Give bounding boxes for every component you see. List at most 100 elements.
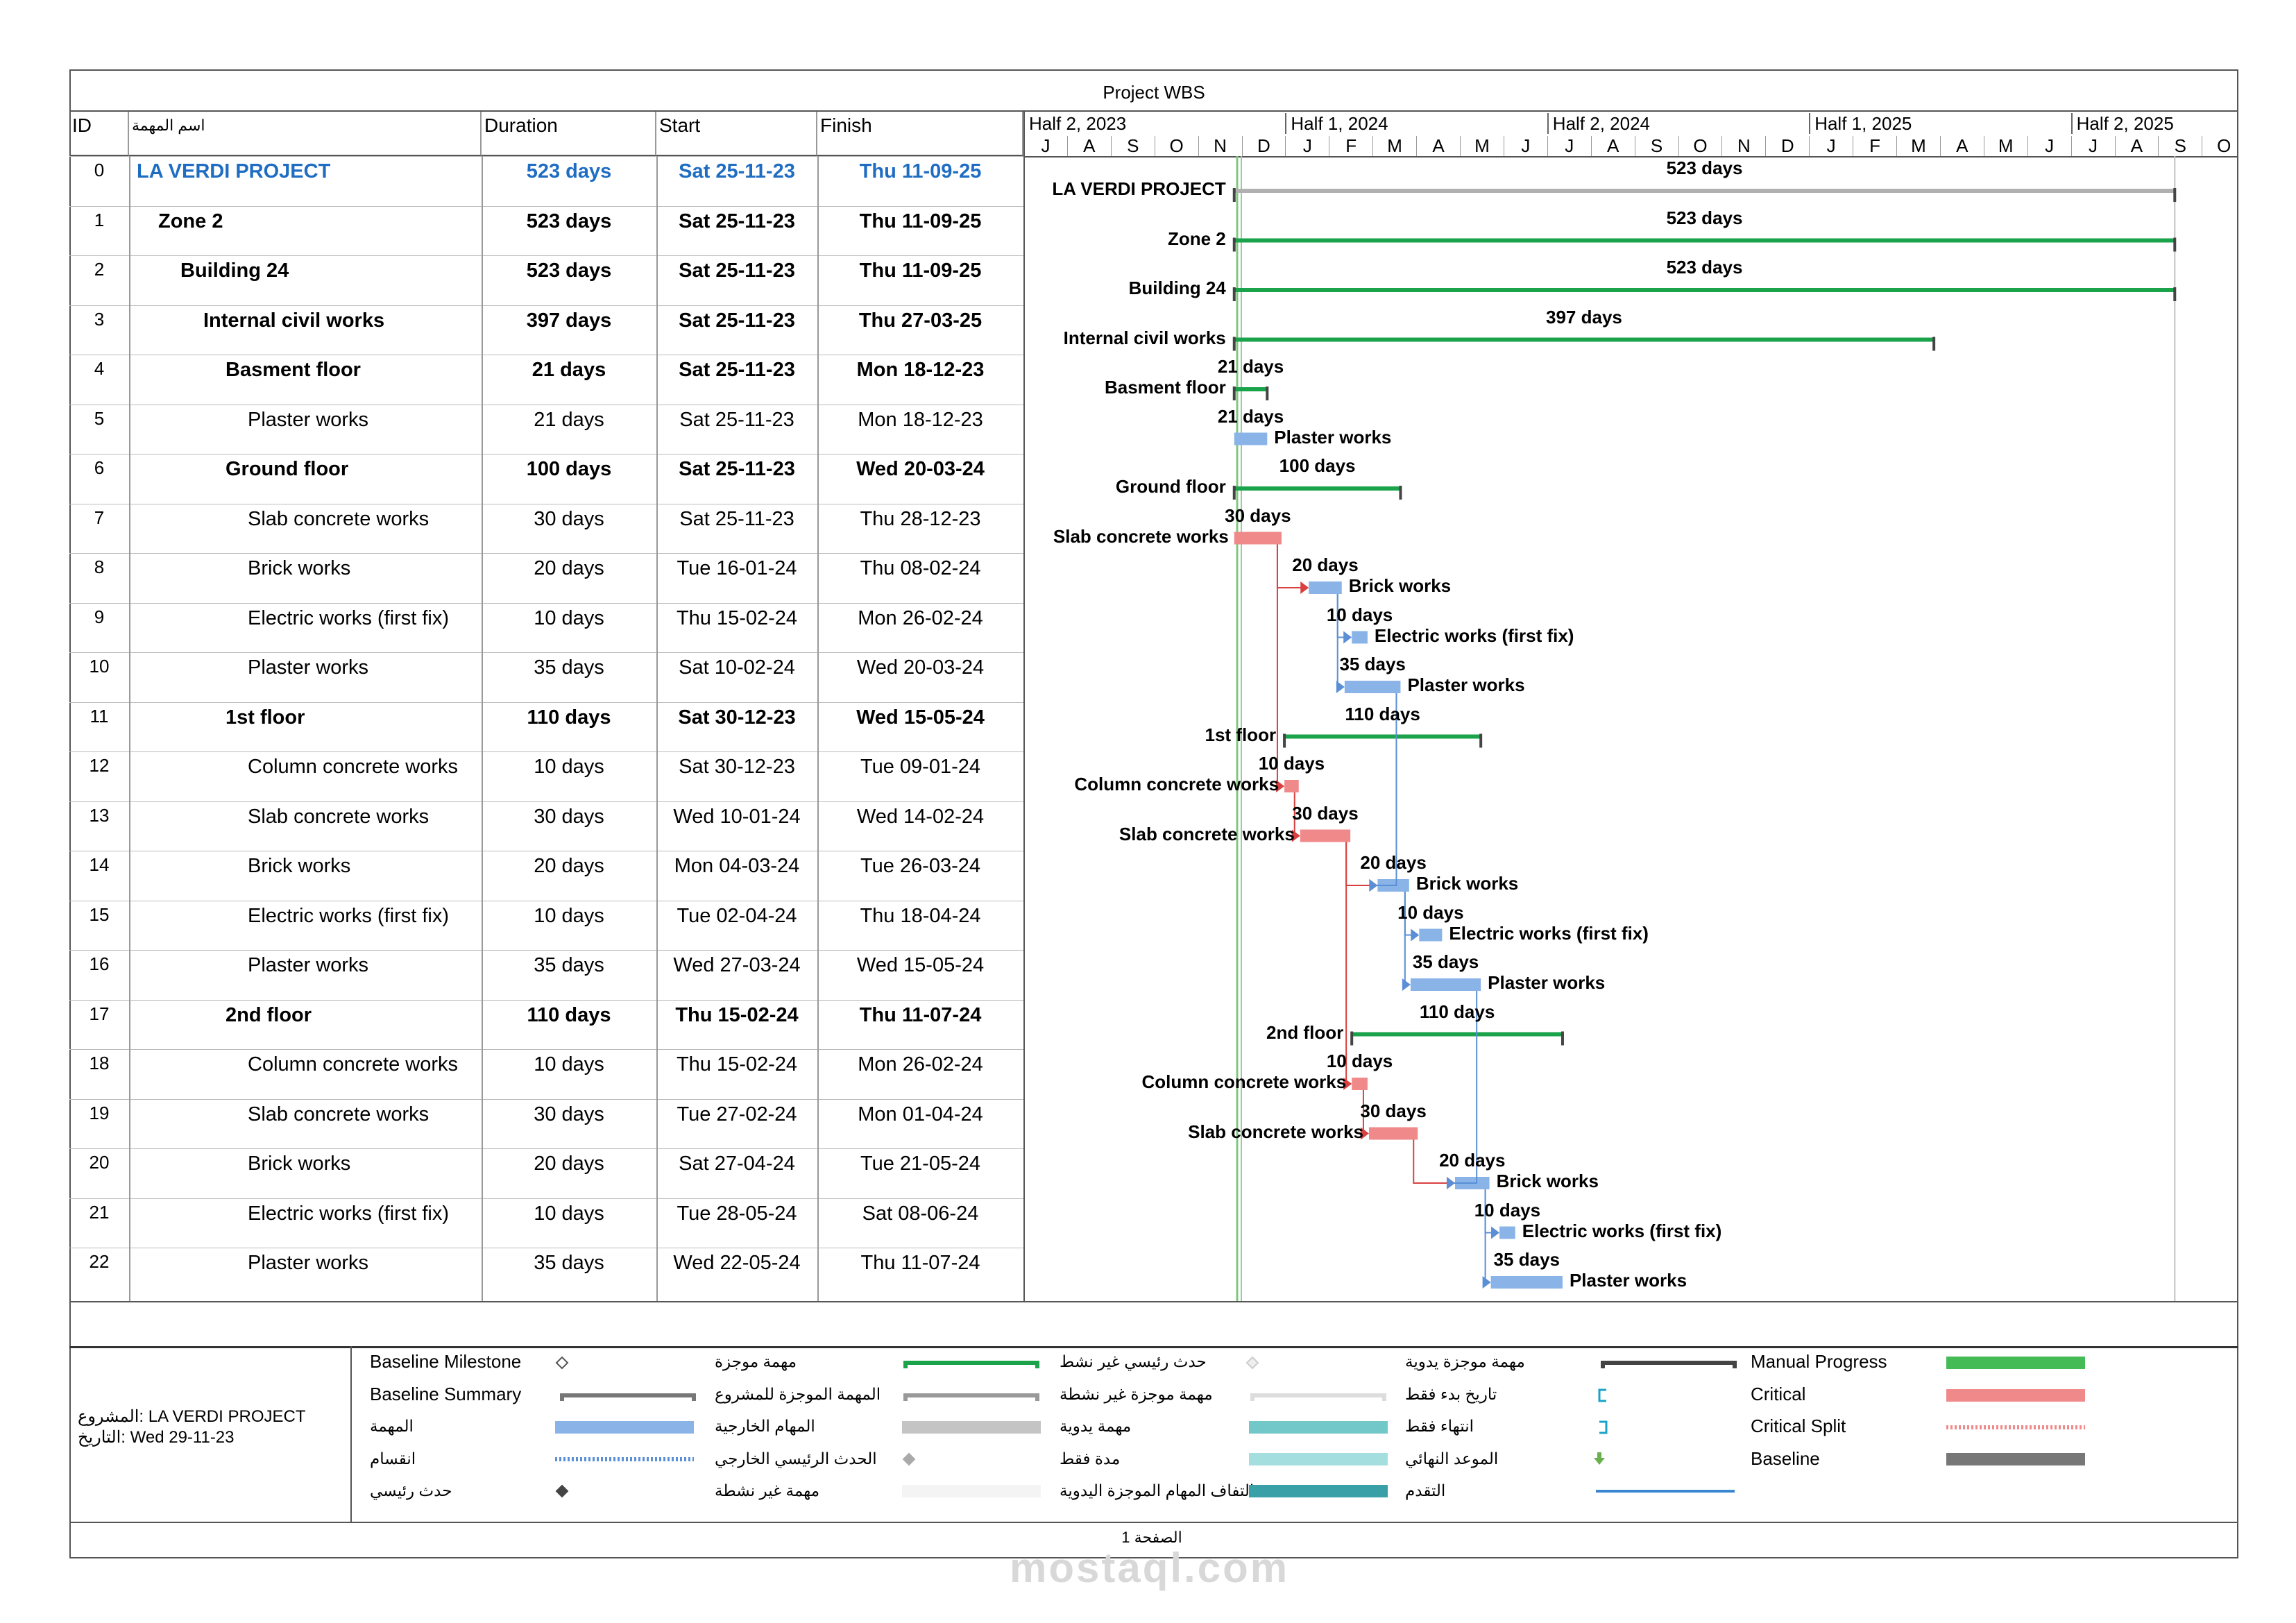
bar-duration-label: 110 days xyxy=(1419,1001,1495,1022)
dependency-arrow xyxy=(1491,1226,1500,1239)
bar-duration-label: 10 days xyxy=(1326,604,1393,625)
critical-task-bar xyxy=(1368,1127,1418,1140)
external-tasks-swatch xyxy=(902,1421,1041,1434)
bar-name-label: Electric works (first fix) xyxy=(1522,1220,1722,1241)
bar-name-label: Plaster works xyxy=(1488,972,1606,993)
bar-name-label: Column concrete works xyxy=(1074,774,1279,794)
bar-name-label: Basment floor xyxy=(1104,377,1226,398)
legend-bottom-border xyxy=(69,1522,2238,1523)
task-bar xyxy=(1499,1226,1515,1239)
manual-task-swatch xyxy=(1249,1421,1388,1434)
inactive-task-swatch xyxy=(902,1485,1041,1497)
bar-duration-label: 523 days xyxy=(1666,207,1743,228)
watermark: mostaql.com xyxy=(1010,1545,1290,1591)
bar-duration-label: 110 days xyxy=(1345,703,1420,724)
project-summary-swatch xyxy=(903,1393,1039,1401)
dependency-arrow xyxy=(1482,1276,1491,1289)
bar-duration-label: 30 days xyxy=(1225,504,1291,526)
legend-swatches xyxy=(555,1356,2085,1498)
dependency-arrow xyxy=(1411,928,1420,942)
bar-duration-label: 10 days xyxy=(1326,1051,1393,1071)
bar-duration-label: 10 days xyxy=(1474,1199,1541,1221)
start-only-swatch xyxy=(1598,1388,1606,1402)
bar-duration-label: 30 days xyxy=(1292,802,1359,824)
dependency-link xyxy=(1276,544,1284,787)
dependency-arrow xyxy=(1446,1177,1455,1189)
critical-task-bar xyxy=(1284,780,1299,792)
bar-name-label: 2nd floor xyxy=(1266,1021,1344,1043)
bar-name-label: Plaster works xyxy=(1407,674,1525,695)
baseline-summary-swatch xyxy=(560,1393,696,1401)
critical-task-bar xyxy=(1234,532,1282,545)
bar-duration-label: 523 days xyxy=(1666,158,1743,178)
inactive-summary-swatch xyxy=(1250,1393,1386,1401)
milestone-swatch xyxy=(555,1484,569,1498)
critical-task-bar xyxy=(1352,1078,1368,1090)
bar-duration-label: 21 days xyxy=(1217,405,1284,427)
bar-name-label: Column concrete works xyxy=(1141,1071,1347,1092)
bar-name-label: Plaster works xyxy=(1569,1270,1687,1291)
finish-only-swatch xyxy=(1599,1420,1608,1434)
bar-name-label: Brick works xyxy=(1348,575,1452,596)
bar-name-label: Brick works xyxy=(1496,1171,1599,1191)
baseline-milestone-swatch xyxy=(555,1356,569,1370)
bar-duration-label: 397 days xyxy=(1546,306,1622,328)
divider-table-gantt xyxy=(1023,112,1025,1301)
dependency-arrow xyxy=(1336,681,1345,693)
bar-duration-label: 35 days xyxy=(1412,951,1479,972)
bar-name-label: LA VERDI PROJECT xyxy=(1052,178,1226,199)
critical-task-bar xyxy=(1300,829,1351,842)
bar-name-label: Slab concrete works xyxy=(1119,823,1295,844)
dependency-arrow xyxy=(1369,879,1378,892)
external-milestone-swatch xyxy=(902,1452,916,1466)
manual-progress-swatch xyxy=(1946,1357,2085,1369)
bar-duration-label: 30 days xyxy=(1360,1100,1427,1121)
bar-duration-label: 100 days xyxy=(1279,455,1356,476)
bar-name-label: Ground floor xyxy=(1115,476,1226,497)
bar-name-label: Zone 2 xyxy=(1167,228,1226,249)
bar-duration-label: 21 days xyxy=(1217,356,1284,377)
dependency-link xyxy=(1345,842,1351,1085)
task-bar xyxy=(1419,928,1443,942)
bar-name-label: Internal civil works xyxy=(1063,327,1226,348)
inactive-milestone-swatch xyxy=(1245,1356,1259,1370)
bar-name-label: Plaster works xyxy=(1274,426,1392,448)
divider-id xyxy=(129,156,130,1301)
manual-summary-swatch xyxy=(1601,1361,1737,1368)
bar-name-label: Electric works (first fix) xyxy=(1374,624,1574,646)
dependency-arrow xyxy=(1402,978,1411,991)
bar-name-label: Building 24 xyxy=(1128,278,1226,298)
divider-start xyxy=(817,156,819,1301)
task-bar xyxy=(1309,581,1342,594)
task-bar xyxy=(1344,681,1401,693)
duration-only-swatch xyxy=(1249,1453,1388,1465)
divider-duration xyxy=(656,156,658,1301)
bar-duration-label: 10 days xyxy=(1397,901,1464,923)
bar-duration-label: 20 days xyxy=(1292,554,1359,575)
divider-name xyxy=(482,156,483,1301)
bar-duration-label: 35 days xyxy=(1339,654,1406,674)
bar-duration-label: 523 days xyxy=(1666,257,1743,278)
bar-duration-label: 20 days xyxy=(1439,1150,1506,1171)
dependency-arrow xyxy=(1300,581,1309,594)
baseline-swatch xyxy=(1946,1453,2085,1465)
task-bar xyxy=(1410,978,1481,991)
manual-summary-rollup-swatch xyxy=(1249,1485,1388,1497)
table-bottom-border xyxy=(69,1301,2238,1302)
task-bar xyxy=(1490,1276,1563,1289)
bar-name-label: Electric works (first fix) xyxy=(1449,922,1649,944)
task-bar xyxy=(1352,631,1368,644)
summary-swatch xyxy=(903,1361,1039,1368)
bar-name-label: Slab concrete works xyxy=(1053,525,1229,547)
task-swatch xyxy=(555,1421,694,1434)
bar-duration-label: 10 days xyxy=(1258,753,1325,774)
bar-name-label: Slab concrete works xyxy=(1188,1121,1363,1142)
bar-duration-label: 20 days xyxy=(1360,852,1427,873)
critical-swatch xyxy=(1946,1389,2085,1402)
bar-name-label: 1st floor xyxy=(1205,724,1277,745)
bar-duration-label: 35 days xyxy=(1493,1249,1560,1270)
bar-name-label: Brick works xyxy=(1415,873,1519,894)
deadline-swatch xyxy=(1594,1452,1605,1465)
dependency-arrow xyxy=(1343,631,1352,644)
task-bar xyxy=(1234,432,1268,445)
